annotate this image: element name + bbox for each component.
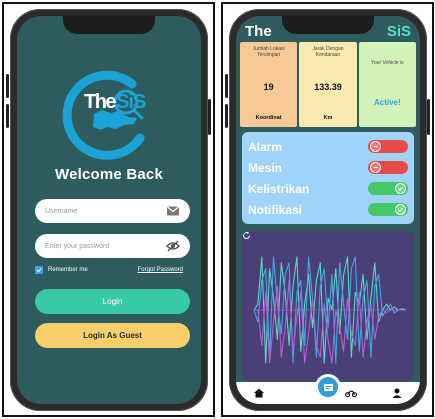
dashboard-frame: The SiS Jumlah Lokasi Tersimpan 19 Koord… xyxy=(221,2,434,417)
login-screen: The SiS Welcome Back Username Remember m… xyxy=(17,16,201,404)
bottom-navigation xyxy=(236,374,420,404)
dashboard-screen: The SiS Jumlah Lokasi Tersimpan 19 Koord… xyxy=(236,16,420,404)
motorcycle-icon xyxy=(345,390,357,398)
mesin-switch[interactable] xyxy=(368,161,408,174)
phone-notch xyxy=(63,16,155,34)
login-frame: The SiS Welcome Back Username Remember m… xyxy=(2,2,215,417)
toggle-row-alarm: Alarm xyxy=(248,136,408,157)
home-icon xyxy=(254,388,264,398)
app-title-sis: SiS xyxy=(386,23,411,40)
username-field[interactable] xyxy=(35,199,190,223)
stat-card-vehicle-status: Your Vehicle is Active! xyxy=(358,42,416,127)
remember-label: Remember me xyxy=(48,267,88,273)
stat-label: Your Vehicle is xyxy=(371,60,404,66)
svg-text:The: The xyxy=(84,91,116,113)
phone-mockup: The SiS Welcome Back Username Remember m… xyxy=(10,9,208,411)
remember-checkbox[interactable] xyxy=(35,266,43,274)
stat-card-distance: Jarak Dengan Kendaraan 133.39 Km xyxy=(299,42,357,127)
login-as-guest-button[interactable]: Login As Guest xyxy=(35,323,190,348)
refresh-icon[interactable] xyxy=(242,231,251,240)
volume-button xyxy=(225,74,228,98)
power-button xyxy=(208,99,211,135)
alarm-switch[interactable] xyxy=(368,140,408,153)
toggle-label: Kelistrikan xyxy=(248,181,310,196)
mail-icon xyxy=(167,206,179,216)
phone-notch xyxy=(282,16,374,34)
chart-series-line-3 xyxy=(254,279,406,364)
stat-label: Jarak Dengan Kendaraan xyxy=(312,46,344,58)
login-button[interactable]: Login xyxy=(35,289,190,314)
toggle-label: Alarm xyxy=(248,139,283,154)
password-input[interactable] xyxy=(45,242,166,250)
minus-icon xyxy=(370,162,381,173)
nav-profile[interactable] xyxy=(386,384,408,402)
stat-value: 133.39 xyxy=(314,81,342,92)
volume-button xyxy=(225,104,228,128)
password-field[interactable] xyxy=(35,234,190,258)
control-panel: Alarm Mesin Kelistrikan Notifikasi xyxy=(242,132,414,224)
stat-card-saved-locations: Jumlah Lokasi Tersimpan 19 Koordinat xyxy=(240,42,298,127)
stat-value: Active! xyxy=(373,98,401,107)
volume-button xyxy=(6,74,9,98)
thesis-logo: The SiS xyxy=(62,70,147,160)
forgot-password-link[interactable]: Forgot Password xyxy=(138,267,183,273)
stats-row: Jumlah Lokasi Tersimpan 19 Koordinat Jar… xyxy=(240,42,416,127)
toggle-label: Mesin xyxy=(248,160,283,175)
stat-unit: Km xyxy=(323,115,333,121)
notifikasi-switch[interactable] xyxy=(368,203,408,216)
volume-button xyxy=(6,104,9,128)
nav-home[interactable] xyxy=(248,384,270,402)
kelistrikan-switch[interactable] xyxy=(368,182,408,195)
sensor-line-chart xyxy=(253,256,407,364)
remember-row: Remember me Forgot Password xyxy=(35,266,183,274)
svg-text:SiS: SiS xyxy=(116,91,146,113)
profile-icon xyxy=(392,388,402,398)
welcome-heading: Welcome Back xyxy=(54,166,163,183)
check-icon xyxy=(395,204,406,215)
toggle-row-mesin: Mesin xyxy=(248,157,408,178)
username-input[interactable] xyxy=(45,207,166,215)
dashboard-icon xyxy=(323,383,333,391)
eye-off-icon[interactable] xyxy=(166,240,180,252)
nav-vehicle[interactable] xyxy=(340,384,362,402)
nav-dashboard[interactable] xyxy=(315,374,341,400)
power-button xyxy=(427,99,430,135)
stat-value: 19 xyxy=(263,81,274,92)
check-icon xyxy=(36,268,42,273)
check-icon xyxy=(395,183,406,194)
sensor-chart-panel xyxy=(242,231,414,381)
minus-icon xyxy=(370,141,381,152)
stat-unit: Koordinat xyxy=(255,115,282,121)
toggle-row-notifikasi: Notifikasi xyxy=(248,199,408,220)
toggle-label: Notifikasi xyxy=(248,202,303,217)
app-title-the: The xyxy=(245,23,272,40)
phone-mockup: The SiS Jumlah Lokasi Tersimpan 19 Koord… xyxy=(229,9,427,411)
toggle-row-kelistrikan: Kelistrikan xyxy=(248,178,408,199)
stat-label: Jumlah Lokasi Tersimpan xyxy=(252,46,285,58)
